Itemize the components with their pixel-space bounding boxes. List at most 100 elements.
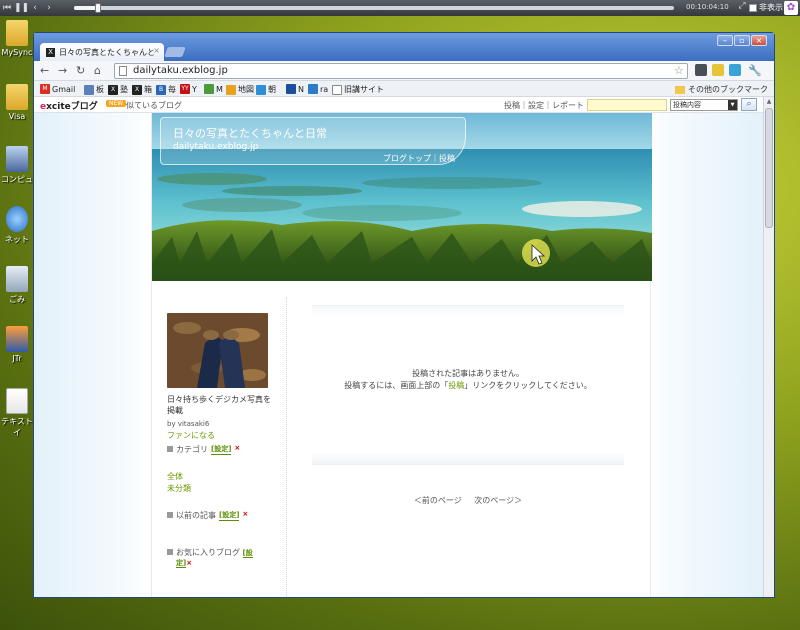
tab-close-icon[interactable]: × xyxy=(153,46,160,55)
post-link[interactable]: 投稿 xyxy=(448,381,464,390)
pause-icon[interactable]: ❚❚ xyxy=(14,3,29,13)
bullet-square-icon xyxy=(167,512,173,518)
next-page-link[interactable]: 次のページ＞ xyxy=(474,496,522,505)
bookmark-item[interactable]: 板 xyxy=(84,84,104,95)
profile-photo[interactable] xyxy=(167,313,268,388)
next-icon[interactable]: › xyxy=(42,3,56,13)
address-bar[interactable]: dailytaku.exblog.jp xyxy=(114,63,688,79)
wrench-icon[interactable]: 🔧 xyxy=(748,64,762,77)
back-icon[interactable]: ← xyxy=(40,64,49,77)
bookmark-star-icon[interactable]: ☆ xyxy=(674,64,684,77)
become-fan-link[interactable]: ファンになる xyxy=(167,430,289,441)
desktop-icon-pc[interactable]: コンピュ xyxy=(0,146,34,185)
archive-settings-link[interactable]: [設定] xyxy=(219,510,240,521)
empty-post-message: 投稿された記事はありません。 投稿するには、画面上部の「投稿」リンクをクリックし… xyxy=(312,368,624,392)
bookmark-favicon-icon: M xyxy=(40,84,50,94)
excite-links[interactable]: 投稿｜設定｜レポート xyxy=(504,100,584,111)
bookmark-item[interactable]: M Gmail xyxy=(40,84,75,94)
close-window-button[interactable]: × xyxy=(751,35,767,46)
hide-checkbox[interactable] xyxy=(749,3,757,12)
forward-icon[interactable]: → xyxy=(58,64,67,77)
browser-tab[interactable]: X 日々の写真とたくちゃんと × xyxy=(40,43,164,61)
desktop-icon-net[interactable]: ネット xyxy=(0,206,34,245)
desktop-icon-folder[interactable]: MySync xyxy=(0,20,34,57)
jtr-icon xyxy=(6,326,28,352)
search-scope-select[interactable]: 投稿内容 ▼ xyxy=(670,99,738,111)
blog-url: dailytaku.exblog.jp xyxy=(173,142,259,152)
media-player-bar: ⏮ ❚❚ ‹ › 00:10:04:10 ⤢ 非表示 ✿ xyxy=(0,0,800,16)
bookmark-label: 箱 xyxy=(144,85,152,94)
scroll-thumb[interactable] xyxy=(765,108,773,228)
folder-icon xyxy=(675,85,685,94)
pagination: ＜前のページ 次のページ＞ xyxy=(312,495,624,506)
bookmark-item[interactable]: YY Y xyxy=(180,84,197,94)
desktop-icon-folder[interactable]: Visa xyxy=(0,84,34,121)
desktop-icon-textfile[interactable]: テキスト イ xyxy=(0,388,34,438)
desktop-icon-jtr[interactable]: JTr xyxy=(0,326,34,363)
excite-logo[interactable]: exciteブログ xyxy=(40,99,98,112)
hide-toggle[interactable]: 非表示 xyxy=(749,2,783,13)
bookmark-label: 塾 xyxy=(120,85,128,94)
profile-description: 日々持ち歩くデジカメ写真を掲載 xyxy=(167,395,271,415)
category-all-link[interactable]: 全体 xyxy=(167,471,183,482)
extension-icon[interactable] xyxy=(729,64,741,76)
search-scope-value: 投稿内容 xyxy=(673,101,701,109)
bookmark-favicon-icon xyxy=(308,84,318,94)
page-viewport: exciteブログ NEW 似ているブログ 投稿｜設定｜レポート 投稿内容 ▼ … xyxy=(34,97,763,597)
bookmark-label: 旧講サイト xyxy=(344,85,384,94)
bookmark-item[interactable]: X塾 xyxy=(108,84,128,95)
blog-title-box: 日々の写真とたくちゃんと日常 dailytaku.exblog.jp ブログトッ… xyxy=(160,117,466,165)
bookmark-label: Gmail xyxy=(52,84,76,94)
bookmark-label: N xyxy=(298,84,304,94)
bookmark-label: 毎 xyxy=(168,85,176,94)
desktop-icon-trash[interactable]: ごみ xyxy=(0,266,34,305)
bookmark-item[interactable]: 旧講サイト xyxy=(332,84,384,95)
blog-nav-links[interactable]: ブログトップ｜投稿 xyxy=(383,153,455,164)
favorite-remove-icon[interactable]: × xyxy=(186,559,192,567)
category-remove-icon[interactable]: × xyxy=(234,444,240,452)
extension-icon[interactable] xyxy=(712,64,724,76)
scroll-up-icon[interactable]: ▲ xyxy=(765,98,773,106)
seek-slider[interactable] xyxy=(74,3,674,13)
other-bookmarks-label: その他のブックマーク xyxy=(688,85,768,94)
extension-icon[interactable] xyxy=(695,64,707,76)
desktop-icon-label: ネット xyxy=(5,235,29,244)
fullscreen-icon[interactable]: ⤢ xyxy=(735,1,749,11)
reload-icon[interactable]: ↻ xyxy=(76,64,85,77)
other-bookmarks-button[interactable]: その他のブックマーク xyxy=(675,84,768,95)
new-tab-button[interactable] xyxy=(164,47,186,57)
bookmarks-bar: M Gmail 板 X 塾 X 箱 B 毎 YY Y M 地図朝 Nra 旧講サイト その他のブックマーク xyxy=(34,81,774,97)
seek-thumb[interactable] xyxy=(95,3,101,13)
prev-icon[interactable]: ‹ xyxy=(28,3,42,13)
skip-back-icon[interactable]: ⏮ xyxy=(0,3,14,13)
bookmark-favicon-icon xyxy=(256,84,266,95)
bullet-square-icon xyxy=(167,549,173,555)
vertical-scrollbar[interactable]: ▲ xyxy=(763,97,774,597)
empty-message-line1: 投稿された記事はありません。 xyxy=(412,369,524,378)
bookmark-item[interactable]: B毎 xyxy=(156,84,176,95)
minimize-button[interactable]: – xyxy=(717,35,733,46)
bookmark-item[interactable]: X箱 xyxy=(132,84,152,95)
bookmark-item[interactable]: 朝 xyxy=(256,84,276,95)
home-icon[interactable]: ⌂ xyxy=(94,64,101,77)
bookmark-item[interactable]: ra xyxy=(308,84,328,94)
post-bottom-shade xyxy=(312,452,624,464)
logo-blog: ブログ xyxy=(70,102,98,112)
bookmark-label: ra xyxy=(320,84,329,94)
bookmark-item[interactable]: M xyxy=(204,84,223,94)
desktop-icon-label: JTr xyxy=(12,354,22,363)
playback-time: 00:10:04:10 xyxy=(686,3,729,11)
archive-remove-icon[interactable]: × xyxy=(242,510,248,518)
archive-heading-label: 以前の記事 xyxy=(176,511,216,520)
blog-title[interactable]: 日々の写真とたくちゃんと日常 xyxy=(173,125,327,141)
category-uncategorized-link[interactable]: 未分類 xyxy=(167,483,191,494)
prev-page-link[interactable]: ＜前のページ xyxy=(414,496,462,505)
excite-search-input[interactable] xyxy=(587,99,667,111)
logo-text: xcite xyxy=(46,102,71,112)
bookmark-item[interactable]: 地図 xyxy=(226,84,254,95)
similar-blog-link[interactable]: 似ているブログ xyxy=(126,100,182,111)
category-settings-link[interactable]: [設定] xyxy=(211,444,232,455)
search-button[interactable]: ⌕ xyxy=(741,98,757,111)
bookmark-item[interactable]: N xyxy=(286,84,304,94)
maximize-button[interactable]: ▫ xyxy=(734,35,750,46)
